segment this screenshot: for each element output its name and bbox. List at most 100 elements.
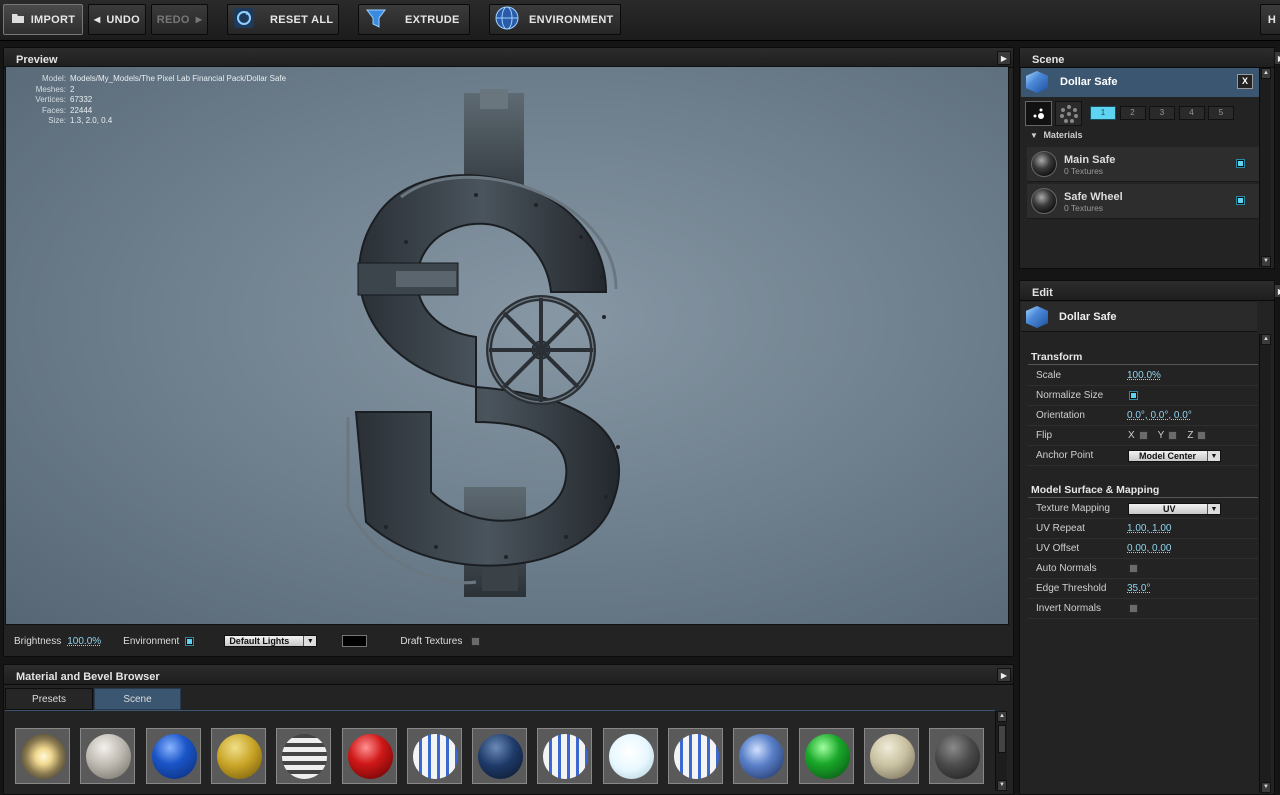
- layer-button-4[interactable]: 4: [1178, 106, 1205, 120]
- material-item-safe-wheel[interactable]: Safe Wheel 0 Textures: [1027, 184, 1259, 219]
- divider: [1028, 497, 1258, 498]
- material-preset-thumbnail[interactable]: [80, 728, 136, 784]
- tab-scene[interactable]: Scene: [94, 688, 181, 710]
- layer-button-5[interactable]: 5: [1208, 106, 1234, 120]
- scroll-thumb[interactable]: [998, 725, 1006, 753]
- white-sphere-icon: [608, 734, 654, 779]
- material-preset-thumbnail[interactable]: [145, 728, 201, 784]
- invert-normals-checkbox[interactable]: [1129, 604, 1138, 613]
- material-preset-thumbnail[interactable]: [602, 728, 658, 784]
- auto-normals-checkbox[interactable]: [1129, 564, 1138, 573]
- scroll-up-icon[interactable]: ▲: [1261, 68, 1271, 79]
- scale-row: Scale 100.0%: [1028, 366, 1258, 386]
- environment-label: ENVIRONMENT: [529, 13, 614, 26]
- anchor-value: Model Center: [1139, 450, 1197, 461]
- normalize-checkbox[interactable]: [1129, 391, 1138, 400]
- layer-button-2[interactable]: 2: [1119, 106, 1146, 120]
- 3d-viewport[interactable]: Model: Models/My_Models/The Pixel Lab Fin…: [5, 66, 1009, 625]
- material-preset-thumbnail[interactable]: [733, 728, 789, 784]
- anchor-dropdown[interactable]: Model Center ▼: [1128, 449, 1221, 462]
- scale-label: Scale: [1036, 370, 1062, 381]
- orientation-row: Orientation 0.0°, 0.0°, 0.0°: [1028, 406, 1258, 426]
- material-preset-thumbnail[interactable]: [341, 728, 397, 784]
- material-preset-thumbnail[interactable]: [863, 728, 919, 784]
- flip-y-checkbox[interactable]: [1168, 431, 1178, 440]
- extrude-button[interactable]: EXTRUDE: [358, 4, 470, 35]
- flip-z-checkbox[interactable]: [1197, 431, 1207, 440]
- layer-button-1[interactable]: 1: [1090, 106, 1116, 120]
- brightness-value[interactable]: 100.0%: [67, 636, 101, 647]
- help-label: H: [1267, 13, 1277, 26]
- flip-row: Flip X Y Z: [1028, 426, 1258, 446]
- globe-icon: [495, 6, 519, 33]
- material-preset-thumbnail[interactable]: [276, 728, 332, 784]
- scroll-up-icon[interactable]: ▲: [1261, 334, 1271, 345]
- materials-header[interactable]: ▼ Materials: [1027, 130, 1259, 145]
- material-preset-thumbnail[interactable]: [929, 728, 985, 784]
- material-preset-thumbnail[interactable]: [537, 728, 593, 784]
- navy-sphere-icon: [478, 734, 524, 779]
- texture-mapping-dropdown[interactable]: UV ▼: [1128, 502, 1221, 515]
- background-color-swatch[interactable]: [342, 635, 368, 647]
- uv-offset-value[interactable]: 0.00, 0.00: [1127, 543, 1171, 554]
- redo-button[interactable]: REDO ▶: [151, 4, 208, 35]
- triangle-down-icon: ▼: [1030, 131, 1038, 140]
- transform-header: Transform: [1031, 351, 1083, 363]
- flip-x-checkbox[interactable]: [1138, 431, 1148, 440]
- orientation-value[interactable]: 0.0°, 0.0°, 0.0°: [1127, 410, 1192, 421]
- layer-button-3[interactable]: 3: [1149, 106, 1175, 120]
- close-button[interactable]: X: [1237, 74, 1253, 89]
- help-button[interactable]: H: [1260, 4, 1280, 35]
- scene-scrollbar[interactable]: ▲ ▼: [1259, 68, 1271, 267]
- draft-textures-checkbox[interactable]: [471, 636, 481, 646]
- chevron-down-icon: ▼: [1207, 450, 1220, 461]
- uv-offset-label: UV Offset: [1036, 543, 1080, 554]
- material-preset-thumbnail[interactable]: [668, 728, 723, 784]
- red-sphere-icon: [347, 734, 393, 779]
- draft-textures-label: Draft Textures: [400, 635, 463, 647]
- chevron-down-icon: ▼: [1207, 503, 1220, 514]
- scene-object-row[interactable]: Dollar Safe X: [1021, 68, 1259, 97]
- scroll-down-icon[interactable]: ▼: [1261, 782, 1271, 793]
- environment-button[interactable]: ENVIRONMENT: [489, 4, 621, 35]
- undo-button[interactable]: ◀ UNDO: [88, 4, 146, 35]
- flag-sphere-icon: [543, 734, 589, 779]
- uv-repeat-label: UV Repeat: [1036, 523, 1085, 534]
- lights-dropdown[interactable]: Default Lights ▼: [224, 635, 318, 647]
- material-preset-thumbnail[interactable]: [406, 728, 462, 784]
- scroll-down-icon[interactable]: ▼: [997, 780, 1007, 791]
- striped-sphere-icon: [282, 734, 328, 779]
- material-preset-thumbnail[interactable]: [210, 728, 266, 784]
- green-sphere-icon: [804, 734, 850, 779]
- scroll-up-icon[interactable]: ▲: [997, 711, 1007, 722]
- environment-checkbox[interactable]: [185, 636, 195, 646]
- tab-presets[interactable]: Presets: [5, 688, 93, 710]
- cube-icon: [1026, 71, 1048, 93]
- material-preset-thumbnail[interactable]: [472, 728, 528, 784]
- undo-label: UNDO: [106, 13, 141, 26]
- browser-scrollbar[interactable]: ▲ ▼: [995, 711, 1007, 791]
- edit-scrollbar[interactable]: ▲ ▼: [1259, 334, 1271, 793]
- expand-arrow-icon[interactable]: ▶: [997, 51, 1011, 65]
- reset-all-button[interactable]: RESET ALL: [227, 4, 339, 35]
- expand-arrow-icon[interactable]: ▶: [997, 668, 1011, 682]
- invert-normals-row: Invert Normals: [1028, 599, 1258, 619]
- object-mode-button[interactable]: [1025, 101, 1052, 126]
- material-checkbox[interactable]: [1236, 159, 1245, 168]
- material-checkbox[interactable]: [1236, 196, 1245, 205]
- expand-arrow-icon[interactable]: ▶: [1274, 51, 1280, 65]
- edge-threshold-label: Edge Threshold: [1036, 583, 1107, 594]
- scene-title: Scene: [1020, 48, 1274, 68]
- material-preset-thumbnail[interactable]: [798, 728, 854, 784]
- material-mode-button[interactable]: [1055, 101, 1082, 126]
- expand-arrow-icon[interactable]: ▶: [1274, 284, 1280, 298]
- scale-value[interactable]: 100.0%: [1127, 370, 1161, 381]
- material-preset-thumbnail[interactable]: [15, 728, 70, 784]
- material-ball-icon: [1031, 188, 1057, 214]
- uv-repeat-value[interactable]: 1.00, 1.00: [1127, 523, 1171, 534]
- edge-threshold-value[interactable]: 35.0°: [1127, 583, 1150, 594]
- scroll-down-icon[interactable]: ▼: [1261, 256, 1271, 267]
- lights-dropdown-value: Default Lights: [229, 636, 290, 646]
- material-item-main-safe[interactable]: Main Safe 0 Textures: [1027, 147, 1259, 182]
- import-button[interactable]: IMPORT: [3, 4, 83, 35]
